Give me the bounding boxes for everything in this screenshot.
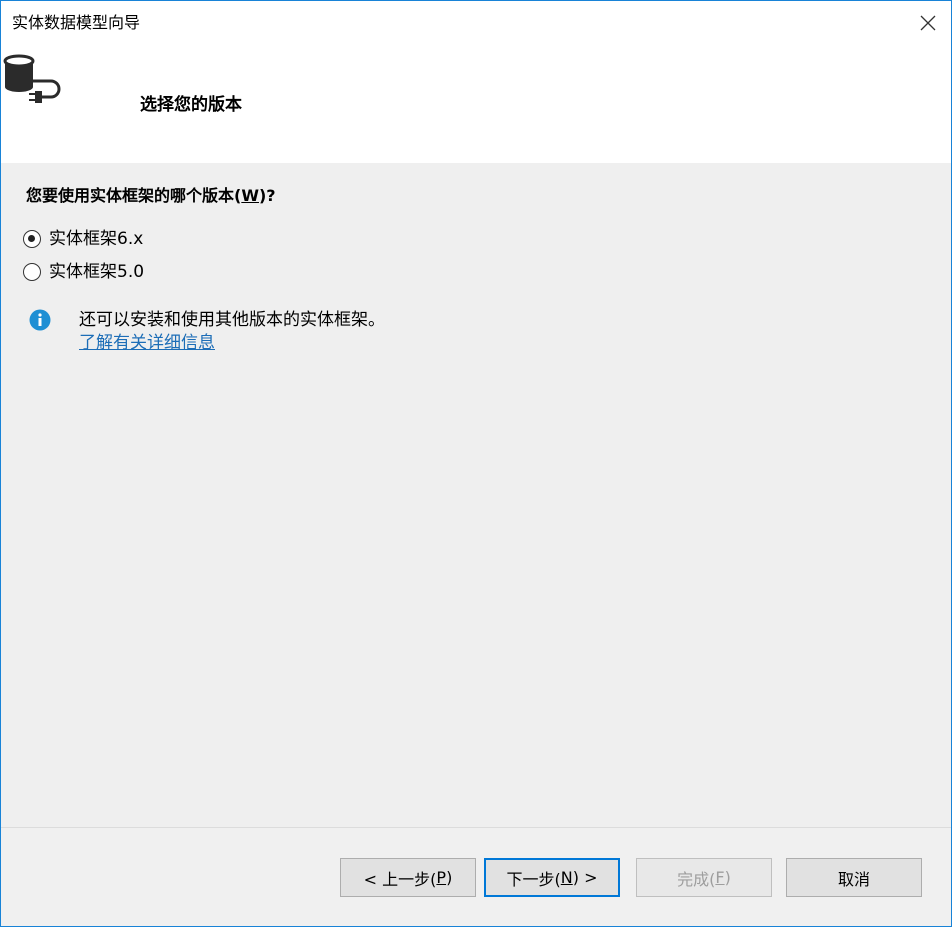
page-heading: 选择您的版本	[140, 95, 242, 115]
info-icon	[29, 309, 51, 331]
version-question: 您要使用实体框架的哪个版本(W)?	[26, 186, 276, 205]
close-button[interactable]	[905, 1, 951, 45]
back-button[interactable]: < 上一步(P)	[340, 858, 476, 897]
wizard-window: 实体数据模型向导 选择您的版本 您要使用实体框架的哪个版本(W)? 实体框架6.…	[0, 0, 952, 927]
close-icon	[920, 15, 936, 31]
learn-more-link[interactable]: 了解有关详细信息	[79, 332, 215, 354]
question-mnemonic: W	[241, 186, 259, 205]
radio-label-ef5: 实体框架5.0	[49, 262, 145, 282]
next-button[interactable]: 下一步(N) >	[484, 858, 620, 897]
content-area: 您要使用实体框架的哪个版本(W)? 实体框架6.x 实体框架5.0 还可以安装和…	[1, 163, 951, 827]
title-bar: 实体数据模型向导	[1, 1, 951, 45]
info-text: 还可以安装和使用其他版本的实体框架。	[79, 310, 385, 330]
radio-button-ef6[interactable]	[23, 230, 41, 248]
header-panel: 选择您的版本	[1, 45, 951, 163]
radio-option-ef6[interactable]: 实体框架6.x	[23, 228, 143, 250]
radio-label-ef6: 实体框架6.x	[49, 229, 144, 249]
finish-button[interactable]: 完成(F)	[636, 858, 772, 897]
button-bar: < 上一步(P) 下一步(N) > 完成(F) 取消	[1, 828, 951, 926]
cancel-button[interactable]: 取消	[786, 858, 922, 897]
database-plug-icon	[3, 54, 61, 103]
radio-button-ef5[interactable]	[23, 263, 41, 281]
radio-option-ef5[interactable]: 实体框架5.0	[23, 261, 144, 283]
window-title: 实体数据模型向导	[12, 13, 141, 32]
